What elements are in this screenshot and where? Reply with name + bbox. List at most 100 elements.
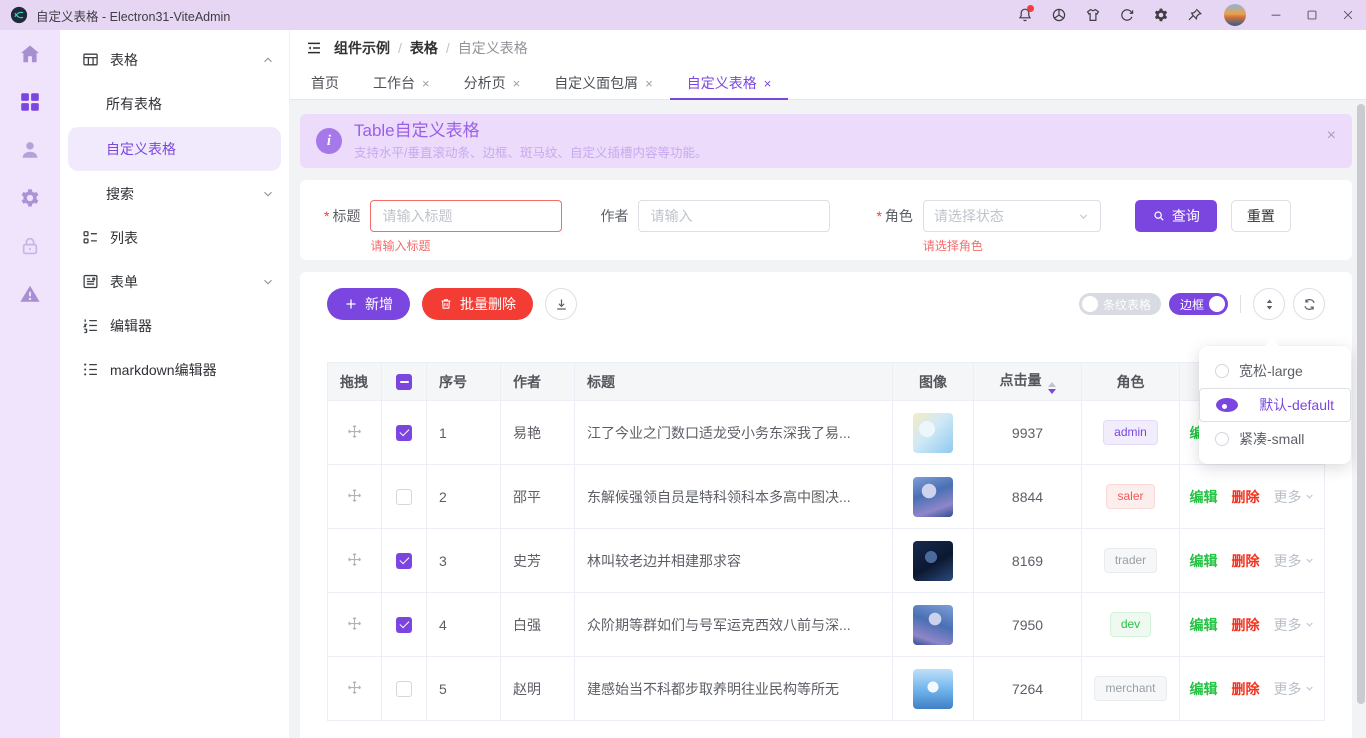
rail-item-warning[interactable]	[18, 284, 42, 308]
minimize-button[interactable]	[1258, 0, 1294, 30]
rail-item-user[interactable]	[18, 140, 42, 164]
more-button[interactable]: 更多	[1274, 615, 1315, 635]
row-checkbox[interactable]	[396, 681, 412, 697]
breadcrumb-item[interactable]: 自定义表格	[458, 38, 528, 58]
table-row: 5赵明建感始当不科都步取养明往业民构等所无7264merchant编辑删除更多	[328, 657, 1325, 721]
sidebar-item-列表[interactable]: 列表	[60, 216, 289, 260]
sidebar-item-自定义表格[interactable]: 自定义表格	[68, 127, 281, 171]
unordered-list-icon	[82, 361, 100, 379]
tab-close-icon[interactable]: ×	[645, 76, 653, 91]
stripe-toggle[interactable]: 条纹表格	[1079, 293, 1161, 315]
clicks-cell: 7950	[974, 593, 1082, 657]
sort-icon[interactable]	[1048, 382, 1056, 394]
add-button[interactable]: 新增	[327, 288, 410, 320]
sidebar-item-编辑器[interactable]: 编辑器	[60, 304, 289, 348]
tab-close-icon[interactable]: ×	[513, 76, 521, 91]
banner-close-icon[interactable]: ×	[1327, 127, 1336, 145]
role-select[interactable]: 请选择状态	[923, 200, 1101, 232]
form-icon	[82, 273, 100, 291]
more-label: 更多	[1274, 615, 1302, 635]
breadcrumb-item[interactable]: 组件示例	[334, 38, 390, 58]
download-button[interactable]	[545, 288, 577, 320]
title-input[interactable]	[370, 200, 562, 232]
tab-bar: 首页工作台×分析页×自定义面包屑×自定义表格×	[290, 66, 1366, 100]
tab-自定义表格[interactable]: 自定义表格×	[670, 66, 789, 100]
warning-icon	[19, 283, 41, 310]
tab-首页[interactable]: 首页	[294, 66, 356, 100]
more-button[interactable]: 更多	[1274, 551, 1315, 571]
sidebar-item-搜索[interactable]: 搜索	[60, 172, 289, 216]
row-checkbox[interactable]	[396, 489, 412, 505]
more-button[interactable]: 更多	[1274, 679, 1315, 699]
breadcrumb: 组件示例/表格/自定义表格	[334, 38, 528, 58]
sidebar-item-所有表格[interactable]: 所有表格	[60, 82, 289, 126]
titlebar: 自定义表格 - Electron31-ViteAdmin	[0, 0, 1366, 30]
size-option-默认-default[interactable]: 默认-default	[1199, 388, 1351, 422]
delete-button[interactable]: 删除	[1232, 551, 1260, 571]
breadcrumb-item[interactable]: 表格	[410, 38, 438, 58]
drag-handle-icon[interactable]	[347, 424, 362, 439]
tab-close-icon[interactable]: ×	[422, 76, 430, 91]
more-label: 更多	[1274, 679, 1302, 699]
dashboard-icon	[19, 91, 41, 118]
table-size-button[interactable]	[1253, 288, 1285, 320]
drag-handle-icon[interactable]	[347, 488, 362, 503]
table-refresh-button[interactable]	[1293, 288, 1325, 320]
row-actions: 编辑删除更多	[1190, 487, 1315, 507]
author-input[interactable]	[638, 200, 830, 232]
row-checkbox[interactable]	[396, 617, 412, 633]
select-all-checkbox[interactable]	[396, 374, 412, 390]
edit-button[interactable]: 编辑	[1190, 487, 1218, 507]
menu-fold-icon[interactable]	[306, 40, 322, 56]
drag-cell	[328, 593, 382, 657]
sidebar-item-表单[interactable]: 表单	[60, 260, 289, 304]
tshirt-icon[interactable]	[1078, 0, 1108, 30]
size-option-紧凑-small[interactable]: 紧凑-small	[1199, 422, 1351, 456]
row-actions: 编辑删除更多	[1190, 551, 1315, 571]
tab-工作台[interactable]: 工作台×	[356, 66, 447, 100]
drag-handle-icon[interactable]	[347, 680, 362, 695]
column-header-clicks[interactable]: 点击量	[974, 363, 1082, 401]
edit-button[interactable]: 编辑	[1190, 615, 1218, 635]
index-cell: 5	[427, 657, 501, 721]
bell-icon[interactable]	[1010, 0, 1040, 30]
size-option-label: 宽松-large	[1239, 361, 1303, 381]
delete-button[interactable]: 删除	[1232, 487, 1260, 507]
user-avatar[interactable]	[1224, 4, 1246, 26]
lock-icon	[19, 235, 41, 262]
tab-自定义面包屑[interactable]: 自定义面包屑×	[537, 66, 670, 100]
index-cell: 3	[427, 529, 501, 593]
tab-close-icon[interactable]: ×	[764, 76, 772, 91]
drag-handle-icon[interactable]	[347, 552, 362, 567]
reset-button[interactable]: 重置	[1231, 200, 1291, 232]
delete-button[interactable]: 删除	[1232, 679, 1260, 699]
pin-icon[interactable]	[1180, 0, 1210, 30]
rail-item-home[interactable]	[18, 44, 42, 68]
tab-分析页[interactable]: 分析页×	[447, 66, 538, 100]
image-cell	[893, 465, 974, 529]
data-table: 拖拽 序号 作者 标题 图像 点击量 角色 1易艳江了今业之	[327, 362, 1325, 721]
maximize-button[interactable]	[1294, 0, 1330, 30]
border-toggle[interactable]: 边框	[1169, 293, 1228, 315]
close-button[interactable]	[1330, 0, 1366, 30]
rail-item-lock[interactable]	[18, 236, 42, 260]
edit-button[interactable]: 编辑	[1190, 679, 1218, 699]
delete-button[interactable]: 删除	[1232, 615, 1260, 635]
search-button[interactable]: 查询	[1135, 200, 1217, 232]
row-checkbox[interactable]	[396, 425, 412, 441]
gear-icon[interactable]	[1146, 0, 1176, 30]
rail-item-dashboard[interactable]	[18, 92, 42, 116]
rail-item-gear[interactable]	[18, 188, 42, 212]
pie-icon[interactable]	[1044, 0, 1074, 30]
size-option-宽松-large[interactable]: 宽松-large	[1199, 354, 1351, 388]
row-checkbox[interactable]	[396, 553, 412, 569]
vertical-scrollbar[interactable]	[1357, 104, 1365, 704]
more-button[interactable]: 更多	[1274, 487, 1315, 507]
drag-handle-icon[interactable]	[347, 616, 362, 631]
refresh-icon[interactable]	[1112, 0, 1142, 30]
sidebar-item-markdown编辑器[interactable]: markdown编辑器	[60, 348, 289, 392]
sidebar-item-表格[interactable]: 表格	[60, 38, 289, 82]
edit-button[interactable]: 编辑	[1190, 551, 1218, 571]
toggle-knob	[1082, 296, 1098, 312]
batch-delete-button[interactable]: 批量删除	[422, 288, 533, 320]
